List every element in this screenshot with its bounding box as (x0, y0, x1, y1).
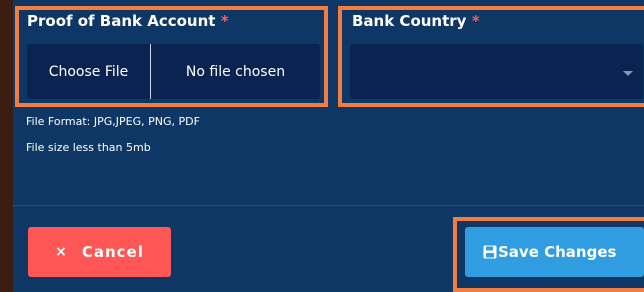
cancel-button[interactable]: × Cancel (28, 227, 171, 277)
bank-country-select[interactable] (350, 44, 643, 99)
proof-field-label-text: Proof of Bank Account (27, 12, 216, 30)
save-button-label: Save Changes (498, 243, 617, 261)
page-edge (0, 0, 13, 292)
proof-field-label: Proof of Bank Account * (27, 12, 229, 30)
floppy-disk-icon (483, 245, 498, 260)
proof-field-highlight: Proof of Bank Account * Choose File No f… (15, 6, 328, 107)
file-status-text: No file chosen (185, 63, 286, 80)
country-field-label: Bank Country * (352, 12, 480, 30)
required-mark: * (471, 12, 480, 30)
file-size-hint: File size less than 5mb (26, 141, 151, 154)
save-changes-button[interactable]: Save Changes (465, 227, 644, 277)
country-field-label-text: Bank Country (352, 12, 467, 30)
file-input[interactable]: Choose File No file chosen (27, 44, 320, 99)
file-format-hint: File Format: JPG,JPEG, PNG, PDF (26, 115, 200, 128)
close-icon: × (55, 244, 68, 260)
country-field-highlight: Bank Country * (338, 6, 644, 107)
footer-divider (13, 205, 644, 206)
choose-file-button[interactable]: Choose File (27, 44, 151, 99)
required-mark: * (220, 12, 229, 30)
cancel-button-label: Cancel (81, 243, 144, 261)
chevron-down-icon (623, 71, 633, 76)
